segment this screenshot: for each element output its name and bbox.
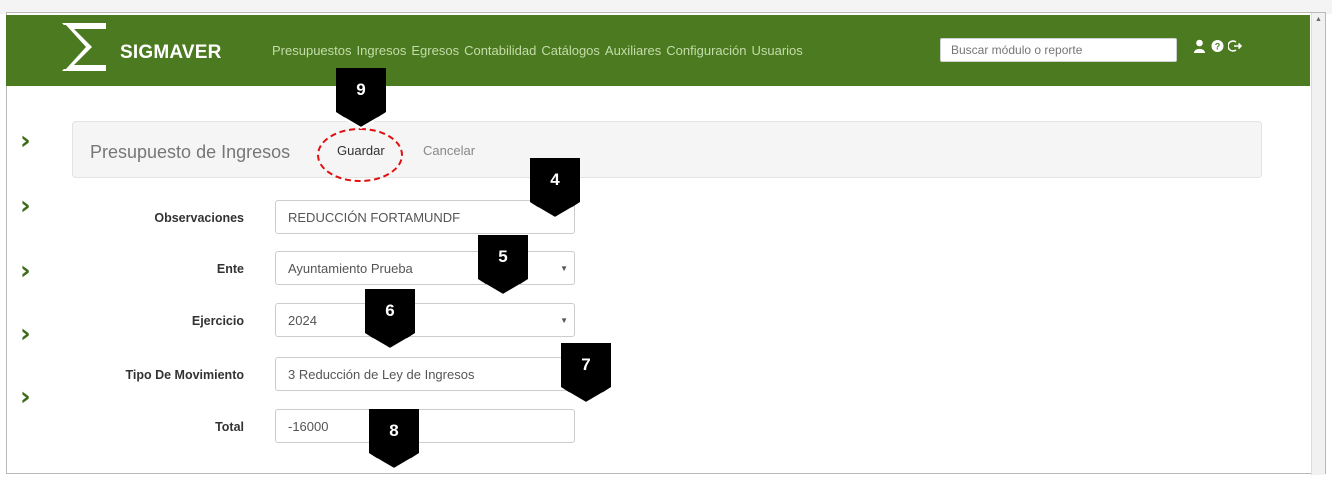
nav-item-contabilidad[interactable]: Contabilidad [464,43,536,58]
nav-item-ingresos[interactable]: Ingresos [357,43,407,58]
side-chevron-icon[interactable]: › [20,128,38,154]
callout-marker-8: 8 [367,407,421,471]
side-chevron-icon[interactable]: › [20,258,38,284]
dropdown-caret-icon: ▼ [560,264,568,273]
nav-item-usuarios[interactable]: Usuarios [751,43,802,58]
vertical-scrollbar[interactable]: ▲ [1311,13,1325,475]
side-chevron-icon[interactable]: › [20,321,38,347]
total-label: Total [215,420,244,434]
observaciones-label: Observaciones [154,211,244,225]
save-highlight-annotation [317,128,403,182]
tipo-movimiento-field[interactable]: 3 Reducción de Ley de Ingresos [275,357,575,391]
callout-number: 5 [498,247,508,266]
callout-number: 6 [385,301,395,320]
nav-item-configuracion[interactable]: Configuración [666,43,746,58]
nav-item-catalogos[interactable]: Catálogos [541,43,600,58]
callout-marker-4: 4 [528,156,582,220]
dropdown-caret-icon: ▼ [560,316,568,325]
callout-marker-5: 5 [476,233,530,297]
nav-icon-group: ? [1192,39,1243,55]
top-navbar: SIGMAVER Presupuestos Ingresos Egresos C… [6,15,1310,86]
callout-number: 4 [550,170,560,189]
callout-number: 9 [356,80,366,99]
module-search-input[interactable] [940,38,1177,62]
ente-label: Ente [216,262,244,276]
scroll-up-icon[interactable]: ▲ [1315,16,1322,23]
total-field[interactable]: -16000 [275,409,575,443]
svg-text:?: ? [1214,42,1220,52]
callout-number: 8 [389,421,399,440]
main-menu: Presupuestos Ingresos Egresos Contabilid… [272,43,803,58]
ente-select-value: Ayuntamiento Prueba [288,260,413,276]
user-icon[interactable] [1192,39,1206,55]
brand-name[interactable]: SIGMAVER [120,42,222,64]
ente-select[interactable]: Ayuntamiento Prueba ▼ [275,251,575,285]
callout-marker-9: 9 [334,66,388,130]
sigmaver-logo-icon [58,23,106,71]
callout-marker-7: 7 [559,341,613,405]
callout-marker-6: 6 [363,287,417,351]
ejercicio-select[interactable]: 2024 ▼ [275,303,575,337]
nav-item-auxiliares[interactable]: Auxiliares [605,43,661,58]
help-icon[interactable]: ? [1210,39,1224,55]
side-chevron-icon[interactable]: › [20,384,38,410]
page-title: Presupuesto de Ingresos [90,142,291,162]
callout-number: 7 [581,355,591,374]
tipo-movimiento-label: Tipo De Movimiento [125,368,244,382]
nav-item-presupuestos[interactable]: Presupuestos [272,43,352,58]
side-chevron-icon[interactable]: › [20,193,38,219]
logout-icon[interactable] [1227,39,1243,55]
ejercicio-label: Ejercicio [191,314,244,328]
nav-item-egresos[interactable]: Egresos [411,43,459,58]
ejercicio-select-value: 2024 [288,312,317,328]
form-header-panel: Presupuesto de Ingresos Guardar Cancelar [72,121,1262,178]
cancel-button[interactable]: Cancelar [423,143,475,158]
